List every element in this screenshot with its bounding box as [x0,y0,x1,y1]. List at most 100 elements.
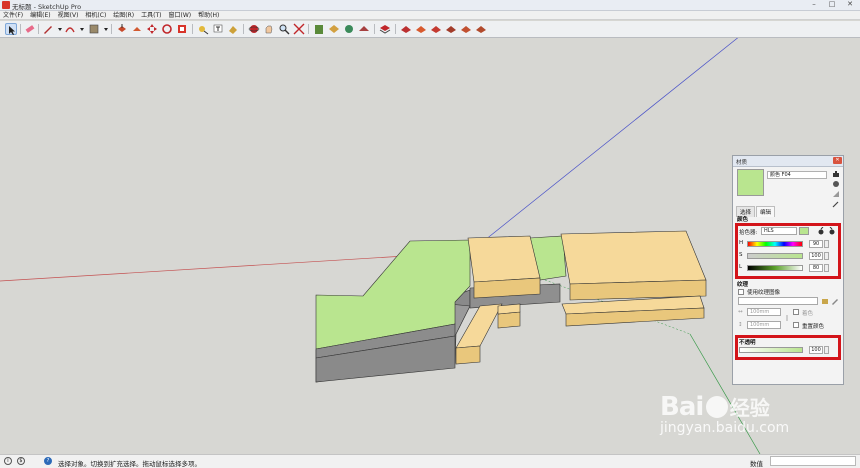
lightness-slider[interactable] [747,265,803,271]
match-model-color-icon[interactable] [817,226,825,235]
match-screen-color-icon[interactable] [828,226,836,235]
saturation-slider[interactable] [747,253,803,259]
create-material-icon[interactable] [832,170,840,178]
move-icon[interactable] [146,23,158,35]
status-bar: i $ ? 选择对象。切换到扩充选择。拖动鼠标选择多项。 数值 [0,454,860,468]
opacity-value-field[interactable]: 100 [809,346,823,354]
material-name-field[interactable]: 颜色 F04 [767,171,827,179]
tab-edit[interactable]: 编辑 [756,206,776,217]
maximize-button[interactable]: □ [826,0,838,9]
sample-paint-icon[interactable] [832,180,840,188]
dropdown-icon[interactable] [100,23,108,35]
materials-panel: 材质 ✕ 颜色 F04 选择 编辑 颜色 拾色器: HLS H 90 S 100… [732,155,844,385]
warehouse-icon[interactable] [313,23,325,35]
color-section-heading: 颜色 [737,217,749,223]
watermark-brand-tail: 经验 [729,396,770,420]
xray-icon[interactable] [445,23,457,35]
h-spinner[interactable] [824,240,829,248]
texture-height-field[interactable]: 100mm [747,321,781,329]
hidden-line-icon[interactable] [460,23,472,35]
hue-slider[interactable] [747,241,803,247]
text-icon[interactable] [212,23,224,35]
shadows-icon[interactable] [400,23,412,35]
edit-texture-icon[interactable] [831,297,839,305]
panel-close-button[interactable]: ✕ [833,157,842,164]
rotate-icon[interactable] [161,23,173,35]
baidu-watermark: Bai 经验 jingyan.baidu.com [660,392,789,436]
preview-color [799,227,809,235]
use-texture-checkbox[interactable] [738,289,744,295]
menu-view[interactable]: 视图(V) [58,11,79,19]
zoom-extents-icon[interactable] [293,23,305,35]
building-model [315,230,707,383]
menu-camera[interactable]: 相机(C) [85,11,106,19]
geo-location-icon[interactable]: i [4,457,12,465]
minimize-button[interactable]: – [808,0,820,9]
opacity-section-heading: 不透明 [739,340,756,346]
paint-icon[interactable] [227,23,239,35]
material-swatch [737,169,764,196]
tape-icon[interactable] [197,23,209,35]
link-dimensions-icon[interactable] [783,314,791,322]
s-value-field[interactable]: 100 [809,252,823,260]
texture-width-field[interactable]: 100mm [747,308,781,316]
browse-folder-icon[interactable] [821,297,829,305]
s-spinner[interactable] [824,252,829,260]
baidu-paw-icon [705,396,728,418]
eraser-icon[interactable] [24,23,36,35]
arc-icon[interactable] [64,23,76,35]
monochrome-icon[interactable] [475,23,487,35]
main-toolbar [0,21,860,38]
layers-icon[interactable] [379,23,391,35]
texture-path-field[interactable] [738,297,818,305]
measurements-field[interactable] [770,456,856,466]
opacity-slider[interactable] [739,347,803,353]
reset-color-swatch[interactable] [793,322,799,328]
orbit-icon[interactable] [248,23,260,35]
scale-icon[interactable] [176,23,188,35]
width-icon: ↔ [738,309,743,315]
push-pull-icon[interactable] [116,23,128,35]
menu-tools[interactable]: 工具(T) [141,11,161,19]
title-bar: 无标题 - SketchUp Pro – □ ✕ [0,0,860,11]
colorize-checkbox[interactable] [793,309,799,315]
menu-edit[interactable]: 编辑(E) [30,11,50,19]
watermark-brand: Bai [660,392,704,422]
menu-help[interactable]: 帮助(H) [198,11,219,19]
pan-icon[interactable] [263,23,275,35]
styles-icon[interactable] [358,23,370,35]
texture-section-heading: 纹理 [737,282,749,288]
opacity-spinner[interactable] [824,346,829,354]
s-label: S [739,252,743,258]
follow-me-icon[interactable] [131,23,143,35]
picker-select[interactable]: HLS [761,227,797,235]
select-icon[interactable] [5,23,17,35]
sketchup-logo-icon [2,1,10,9]
default-material-icon[interactable] [832,190,840,198]
zoom-icon[interactable] [278,23,290,35]
dropdown-icon[interactable] [76,23,84,35]
rectangle-icon[interactable] [88,23,100,35]
section-icon[interactable] [430,23,442,35]
close-window-button[interactable]: ✕ [844,0,856,9]
colorize-label: 着色 [802,311,814,317]
components-icon[interactable] [343,23,355,35]
picker-label: 拾色器: [739,230,758,236]
help-icon[interactable]: ? [44,457,52,465]
scenes-icon[interactable] [415,23,427,35]
menu-draw[interactable]: 绘图(R) [113,11,134,19]
l-value-field[interactable]: 80 [809,264,823,272]
extension-icon[interactable] [328,23,340,35]
window-title: 无标题 - SketchUp Pro [12,3,82,11]
menu-window[interactable]: 窗口(W) [169,11,192,19]
pencil-icon[interactable] [42,23,54,35]
panel-title-bar: 材质 ✕ [733,156,843,167]
l-spinner[interactable] [824,264,829,272]
eyedropper-icon[interactable] [832,200,840,208]
dropdown-icon[interactable] [54,23,62,35]
credits-icon[interactable]: $ [17,457,25,465]
menu-file[interactable]: 文件(F) [3,11,23,19]
h-value-field[interactable]: 90 [809,240,823,248]
h-label: H [739,240,744,246]
use-texture-label: 使用纹理图像 [747,290,781,296]
